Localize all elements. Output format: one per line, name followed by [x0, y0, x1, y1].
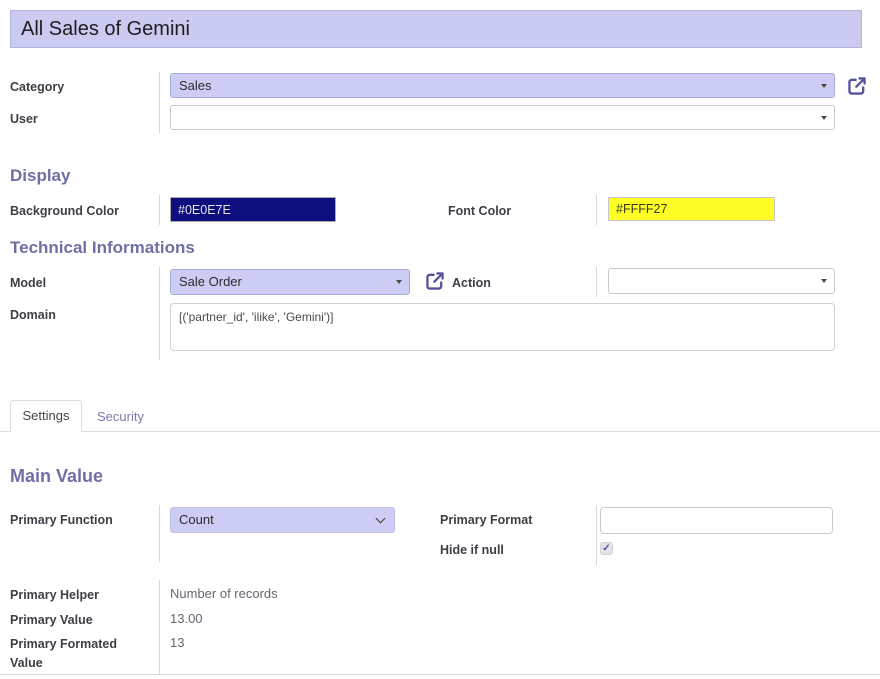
label-field-divider: [159, 195, 160, 225]
domain-label: Domain: [10, 306, 56, 325]
tab-settings[interactable]: Settings: [10, 400, 82, 432]
kpi-name-input[interactable]: [10, 10, 862, 48]
main-value-heading: Main Value: [10, 466, 103, 487]
label-field-divider: [159, 267, 160, 360]
primary-function-value: Count: [179, 512, 214, 527]
primary-formatted-value-value: 13: [170, 635, 184, 650]
primary-format-input[interactable]: [600, 507, 833, 534]
dropdown-caret-icon: [821, 84, 827, 88]
primary-value-label: Primary Value: [10, 611, 93, 630]
primary-helper-label: Primary Helper: [10, 586, 99, 605]
action-field[interactable]: [608, 268, 835, 294]
dropdown-caret-icon: [821, 116, 827, 120]
category-field[interactable]: Sales: [170, 73, 835, 98]
primary-helper-value: Number of records: [170, 586, 278, 601]
label-field-divider: [596, 267, 597, 297]
display-section-heading: Display: [10, 166, 70, 186]
label-field-divider: [159, 580, 160, 674]
primary-format-label: Primary Format: [440, 511, 532, 530]
background-color-label: Background Color: [10, 202, 119, 221]
dropdown-caret-icon: [396, 280, 402, 284]
label-field-divider: [159, 505, 160, 562]
technical-section-heading: Technical Informations: [10, 238, 195, 258]
model-label: Model: [10, 274, 46, 293]
tab-security[interactable]: Security: [97, 409, 144, 424]
select-chevron-icon: [376, 514, 386, 524]
font-color-input[interactable]: [608, 197, 775, 221]
sheet-bottom-border: [0, 674, 880, 675]
primary-function-label: Primary Function: [10, 511, 113, 530]
hide-if-null-checkbox[interactable]: [600, 542, 613, 555]
label-field-divider: [596, 195, 597, 225]
dropdown-caret-icon: [821, 279, 827, 283]
primary-function-select[interactable]: Count: [170, 507, 395, 533]
background-color-input[interactable]: [170, 197, 336, 222]
action-label: Action: [452, 274, 491, 293]
user-label: User: [10, 110, 38, 129]
label-field-divider: [596, 505, 597, 565]
category-label: Category: [10, 78, 64, 97]
external-link-icon[interactable]: [846, 75, 868, 97]
external-link-icon[interactable]: [424, 270, 446, 292]
category-value: Sales: [179, 78, 212, 93]
font-color-label: Font Color: [448, 202, 511, 221]
model-field[interactable]: Sale Order: [170, 269, 410, 295]
model-value: Sale Order: [179, 274, 242, 289]
hide-if-null-label: Hide if null: [440, 541, 504, 560]
user-field[interactable]: [170, 105, 835, 130]
tabbar-border: [0, 431, 880, 432]
domain-textarea[interactable]: [('partner_id', 'ilike', 'Gemini')]: [170, 303, 835, 351]
label-field-divider: [159, 72, 160, 133]
primary-value-value: 13.00: [170, 611, 203, 626]
primary-formatted-value-label: Primary Formated Value: [10, 635, 150, 674]
kpi-form: Category Sales User Display Background C…: [0, 0, 880, 679]
